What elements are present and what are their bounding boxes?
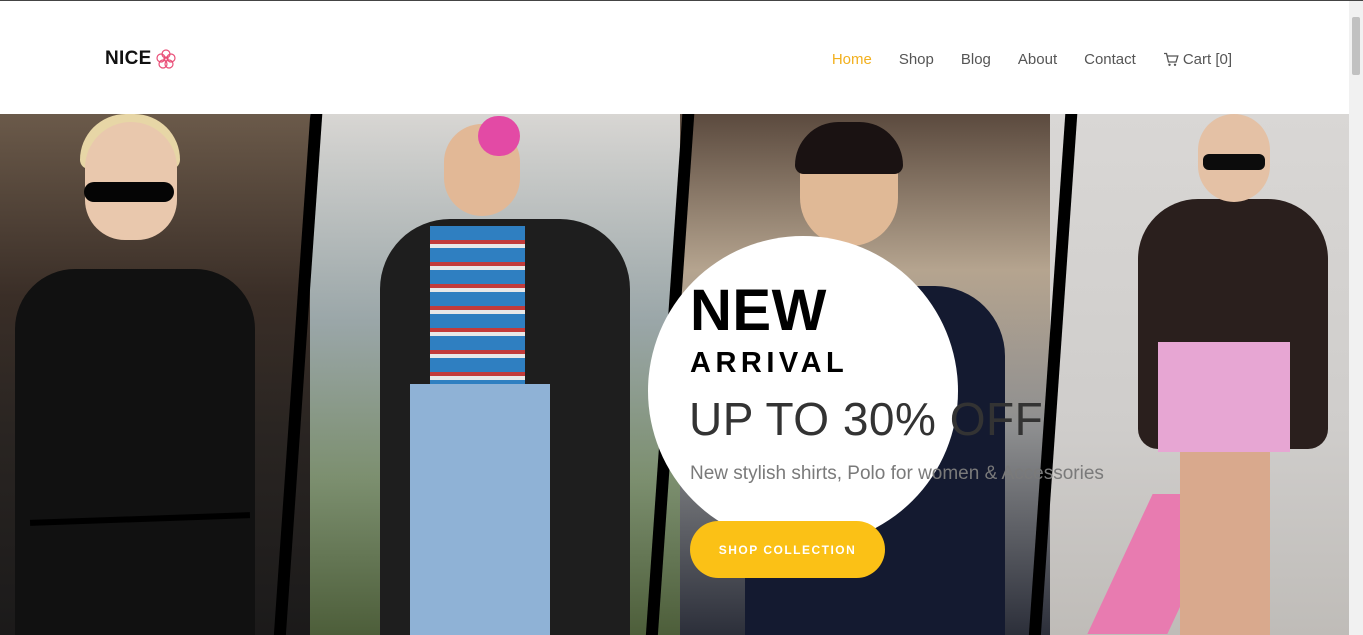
cart-icon — [1163, 52, 1179, 66]
nav-home[interactable]: Home — [832, 51, 872, 68]
cart-label: Cart [0] — [1182, 51, 1232, 68]
nav-blog[interactable]: Blog — [961, 51, 991, 68]
hero-title-new: NEW — [690, 278, 827, 343]
brand-name: NICE — [105, 48, 152, 69]
model-4-sunglasses — [1203, 154, 1265, 170]
model-2-striped-polo — [430, 226, 525, 386]
model-1-outfit — [15, 269, 255, 635]
site-header: NICE Home Shop Blog About Contact Cart [… — [0, 1, 1349, 114]
model-4-legs — [1180, 452, 1270, 635]
model-2-beanie — [478, 116, 520, 156]
hero-subtitle: New stylish shirts, Polo for women & Acc… — [690, 463, 1104, 484]
flower-icon — [156, 49, 176, 69]
hero-title-arrival: ARRIVAL — [690, 347, 849, 379]
page-scrollbar[interactable] — [1349, 1, 1363, 635]
shop-collection-button[interactable]: SHOP COLLECTION — [690, 521, 885, 578]
nav-contact[interactable]: Contact — [1084, 51, 1136, 68]
nav-cart[interactable]: Cart [0] — [1163, 51, 1232, 68]
model-2-jeans — [410, 384, 550, 635]
scrollbar-thumb[interactable] — [1352, 17, 1360, 75]
nav-shop[interactable]: Shop — [899, 51, 934, 68]
main-nav: Home Shop Blog About Contact Cart [0] — [805, 51, 1232, 68]
nav-about[interactable]: About — [1018, 51, 1057, 68]
model-4-skirt — [1158, 342, 1290, 452]
hero-offer: UP TO 30% OFF — [689, 393, 1044, 445]
hero-banner: NEW ARRIVAL UP TO 30% OFF New stylish sh… — [0, 114, 1349, 635]
model-1-sunglasses — [84, 182, 174, 202]
model-1-face — [85, 122, 177, 240]
brand-logo[interactable]: NICE — [105, 48, 177, 70]
